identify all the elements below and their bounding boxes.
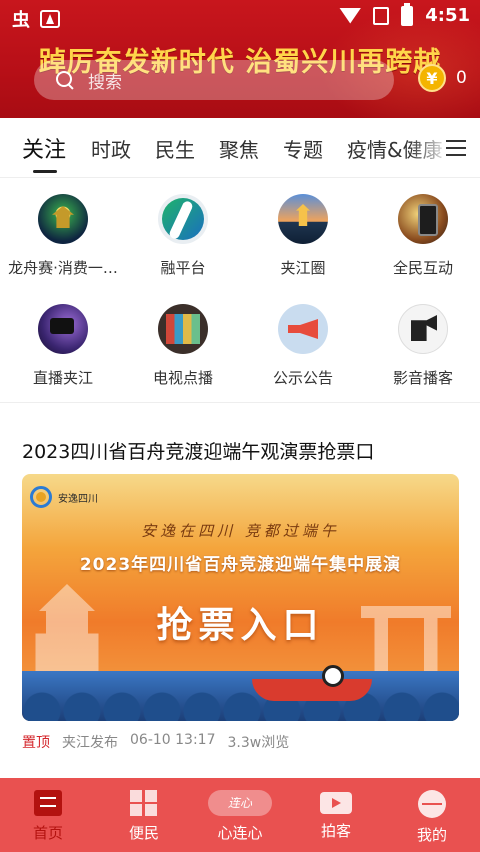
video-camera-icon — [320, 792, 352, 814]
tab-livelihood[interactable]: 民生 — [155, 134, 195, 163]
article-banner-image[interactable]: 安逸四川 安逸在四川 竞都过端午 2023年四川省百舟竞渡迎端午集中展演 抢票入… — [22, 474, 459, 721]
apps-grid-icon — [130, 790, 158, 816]
entry-label: 全民互动 — [392, 259, 453, 277]
banner-logo: 安逸四川 — [30, 486, 98, 508]
article-meta: 置顶 夹江发布 06-10 13:17 3.3w浏览 — [22, 732, 289, 752]
menu-icon[interactable] — [446, 140, 466, 156]
live-camera-icon — [38, 304, 88, 354]
nav-label: 心连心 — [217, 824, 263, 842]
entry-notices[interactable]: 公示公告 — [243, 304, 363, 388]
entry-label: 影音播客 — [392, 369, 453, 387]
status-bar: 虫 4:51 — [0, 0, 480, 32]
alert-icon — [40, 10, 60, 28]
category-tabs: 关注 时政 民生 聚焦 专题 疫情&健康 — [0, 118, 480, 178]
app-notification-icon: 虫 — [12, 10, 30, 31]
entry-podcast[interactable]: 影音播客 — [363, 304, 480, 388]
banner-tagline: 安逸在四川 竞都过端午 — [141, 522, 340, 540]
megaphone-icon — [278, 304, 328, 354]
entry-label: 融平台 — [160, 259, 206, 277]
tab-politics[interactable]: 时政 — [91, 134, 131, 163]
nav-services[interactable]: 便民 — [104, 790, 184, 843]
nav-home[interactable]: 首页 — [8, 790, 88, 843]
nav-shoot[interactable]: 拍客 — [296, 790, 376, 841]
article-source: 夹江发布 — [62, 735, 118, 751]
entry-interaction[interactable]: 全民互动 — [363, 194, 480, 278]
entry-label: 公示公告 — [272, 369, 333, 387]
entry-grid: 龙舟赛·消费一… 融平台 夹江圈 全民互动 直播夹江 电视点播 公示公告 影音播… — [0, 180, 480, 402]
rong-platform-icon — [158, 194, 208, 244]
nav-label: 我的 — [416, 826, 447, 844]
tv-wall-icon — [158, 304, 208, 354]
article-title[interactable]: 2023四川省百舟竞渡迎端午观演票抢票口 — [22, 437, 374, 464]
entry-jiajiang-circle[interactable]: 夹江圈 — [243, 194, 363, 278]
sichuan-logo-icon — [30, 486, 52, 508]
dragon-boat-tower-icon — [38, 194, 88, 244]
pinned-badge: 置顶 — [22, 735, 50, 751]
clapperboard-icon — [398, 304, 448, 354]
search-icon — [56, 71, 74, 89]
wave-illustration — [22, 671, 459, 721]
nav-label: 首页 — [32, 824, 63, 842]
heart-connect-logo-icon: 连心 — [208, 790, 272, 816]
banner-subtitle: 2023年四川省百舟竞渡迎端午集中展演 — [79, 555, 402, 575]
entry-dragon-boat[interactable]: 龙舟赛·消费一… — [3, 194, 123, 278]
entry-label: 直播夹江 — [32, 369, 93, 387]
dragon-boat-illustration — [252, 679, 372, 701]
entry-tv-vod[interactable]: 电视点播 — [123, 304, 243, 388]
top-header: 虫 4:51 踔厉奋发新时代 治蜀兴川再跨越 搜索 ¥ 0 — [0, 0, 480, 118]
coin-balance[interactable]: ¥ 0 — [418, 64, 467, 92]
tab-follow[interactable]: 关注 — [22, 132, 66, 164]
home-icon — [34, 790, 62, 816]
wifi-icon — [339, 7, 362, 24]
jiajiang-circle-icon — [278, 194, 328, 244]
sim-icon — [373, 6, 390, 25]
search-bar[interactable]: 搜索 — [34, 60, 394, 100]
coin-icon: ¥ — [418, 64, 446, 92]
entry-label: 电视点播 — [152, 369, 213, 387]
tab-focus[interactable]: 聚焦 — [219, 134, 259, 163]
search-placeholder: 搜索 — [88, 72, 122, 93]
phone-interaction-icon — [398, 194, 448, 244]
entry-live[interactable]: 直播夹江 — [3, 304, 123, 388]
clock: 4:51 — [425, 5, 470, 26]
nav-label: 便民 — [128, 824, 159, 842]
nav-label: 拍客 — [320, 822, 351, 840]
profile-icon — [418, 790, 446, 818]
bottom-navigation: 首页 便民 连心 心连心 拍客 我的 — [0, 778, 480, 852]
tab-special[interactable]: 专题 — [283, 134, 323, 163]
banner-main-text: 抢票入口 — [156, 604, 325, 646]
nav-profile[interactable]: 我的 — [392, 790, 472, 845]
nav-heart-connect[interactable]: 连心 心连心 — [200, 790, 280, 843]
coin-count: 0 — [456, 68, 467, 88]
article-datetime: 06-10 13:17 — [130, 732, 216, 748]
panda-illustration — [322, 665, 344, 687]
battery-icon — [401, 2, 414, 26]
section-divider — [0, 402, 480, 403]
entry-rong-platform[interactable]: 融平台 — [123, 194, 243, 278]
article-views: 3.3w浏览 — [227, 735, 290, 751]
entry-label: 龙舟赛·消费一… — [8, 259, 118, 277]
entry-label: 夹江圈 — [280, 259, 326, 277]
active-tab-indicator — [33, 170, 57, 173]
